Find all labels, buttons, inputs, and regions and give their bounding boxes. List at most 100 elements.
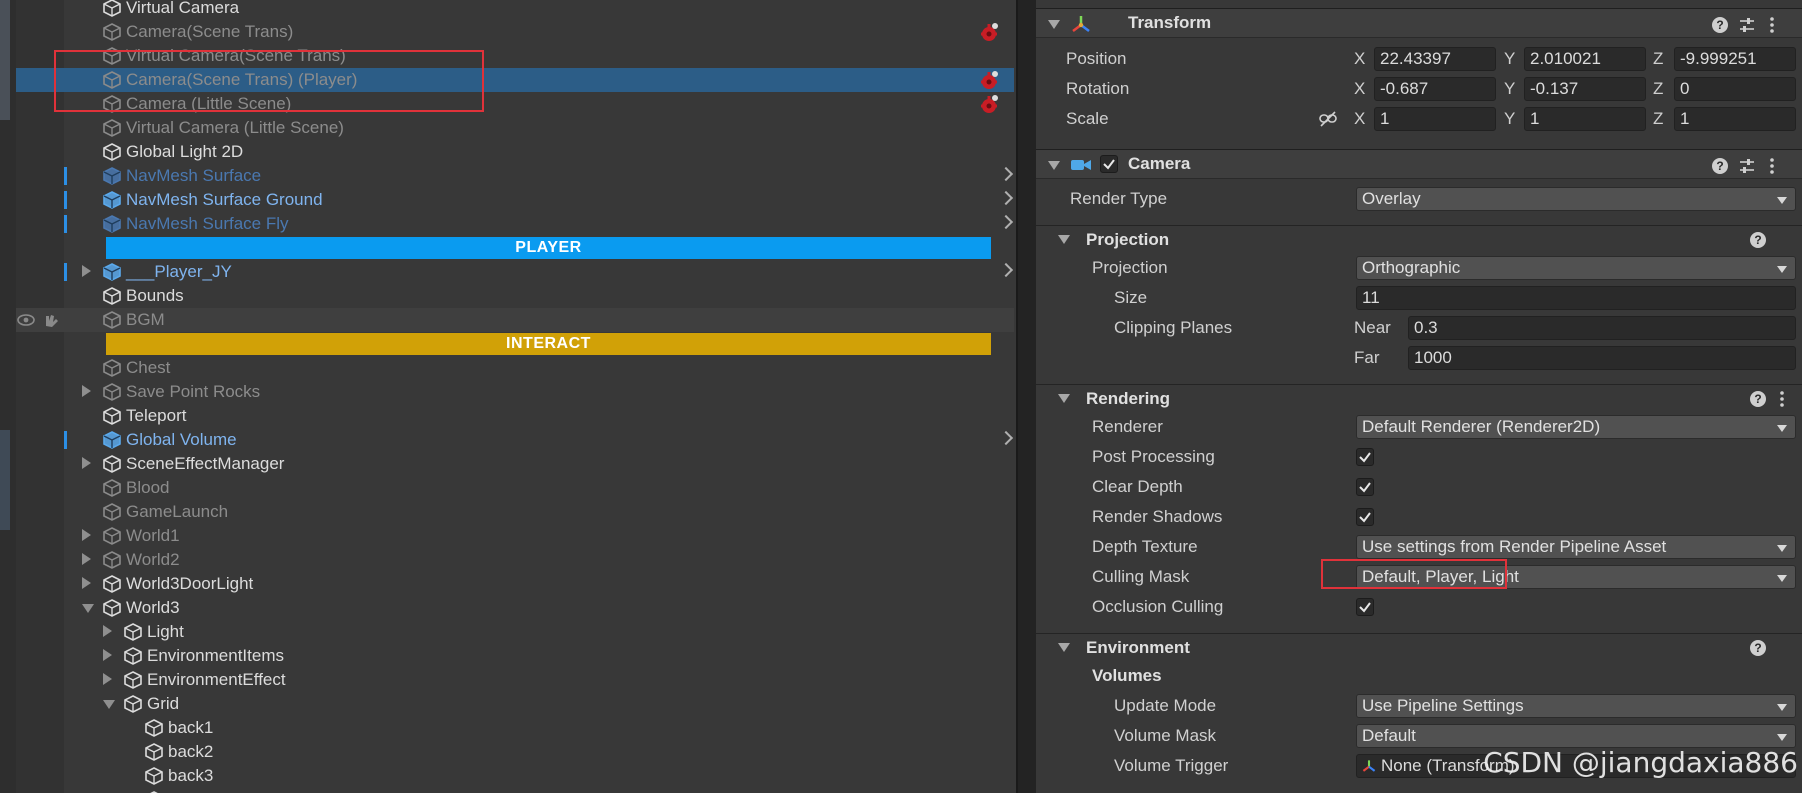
occlusion-culling-checkbox[interactable] <box>1356 598 1374 616</box>
hierarchy-row[interactable]: Blood <box>16 476 1016 500</box>
hierarchy-row[interactable]: World2 <box>16 548 1016 572</box>
fold-arrow-icon[interactable] <box>82 385 91 397</box>
scale-y-field[interactable]: 1 <box>1524 107 1646 131</box>
projection-dropdown[interactable]: Orthographic <box>1356 256 1796 280</box>
chevron-right-icon[interactable] <box>998 214 1014 230</box>
camera-component-header[interactable]: Camera ? <box>1036 149 1802 179</box>
hierarchy-header-interact[interactable]: INTERACT <box>106 333 991 355</box>
post-processing-checkbox[interactable] <box>1356 448 1374 466</box>
chevron-right-icon[interactable] <box>998 190 1014 206</box>
more-icon[interactable] <box>1768 157 1776 175</box>
hierarchy-row[interactable]: Global Volume <box>16 428 1016 452</box>
scale-x-axis[interactable]: X <box>1354 107 1365 131</box>
help-icon[interactable]: ? <box>1712 17 1728 33</box>
hierarchy-row[interactable]: World1 <box>16 524 1016 548</box>
chevron-right-icon[interactable] <box>998 262 1014 278</box>
clear-depth-checkbox[interactable] <box>1356 478 1374 496</box>
rotation-x-axis[interactable]: X <box>1354 77 1365 101</box>
hierarchy-row[interactable]: Virtual Camera(Scene Trans) <box>16 44 1016 68</box>
fold-arrow-icon[interactable] <box>103 700 115 709</box>
hierarchy-row[interactable]: Global Light 2D <box>16 140 1016 164</box>
chevron-right-icon[interactable] <box>998 166 1014 182</box>
position-x-axis[interactable]: X <box>1354 47 1365 71</box>
fold-arrow-icon[interactable] <box>103 625 112 637</box>
depth-texture-dropdown[interactable]: Use settings from Render Pipeline Asset <box>1356 535 1796 559</box>
position-z-axis[interactable]: Z <box>1653 47 1663 71</box>
scale-z-field[interactable]: 1 <box>1674 107 1796 131</box>
hierarchy-row[interactable]: Camera(Scene Trans) <box>16 20 1016 44</box>
preset-icon[interactable] <box>1738 157 1756 175</box>
size-field[interactable]: 11 <box>1356 286 1796 310</box>
render-type-dropdown[interactable]: Overlay <box>1356 187 1796 211</box>
fold-arrow-icon[interactable] <box>82 529 91 541</box>
rotation-x-field[interactable]: -0.687 <box>1374 77 1496 101</box>
more-icon[interactable] <box>1768 16 1776 34</box>
fold-arrow-icon[interactable] <box>82 457 91 469</box>
hierarchy-row[interactable]: EnvironmentEffect <box>16 668 1016 692</box>
hierarchy-row[interactable]: Grid <box>16 692 1016 716</box>
preset-icon[interactable] <box>1738 16 1756 34</box>
help-icon[interactable]: ? <box>1750 640 1766 656</box>
hierarchy-row[interactable]: Camera (Little Scene) <box>16 92 1016 116</box>
position-x-field[interactable]: 22.43397 <box>1374 47 1496 71</box>
hierarchy-row[interactable] <box>16 788 1016 793</box>
rotation-z-field[interactable]: 0 <box>1674 77 1796 101</box>
rotation-z-axis[interactable]: Z <box>1653 77 1663 101</box>
fold-arrow-icon[interactable] <box>103 649 112 661</box>
hierarchy-row[interactable]: SceneEffectManager <box>16 452 1016 476</box>
hierarchy-row[interactable]: GameLaunch <box>16 500 1016 524</box>
rendering-section-header[interactable]: Rendering ? <box>1036 384 1802 412</box>
scale-x-field[interactable]: 1 <box>1374 107 1496 131</box>
position-y-field[interactable]: 2.010021 <box>1524 47 1646 71</box>
hierarchy-row[interactable]: Bounds <box>16 284 1016 308</box>
fold-arrow-icon[interactable] <box>82 265 91 277</box>
hierarchy-row[interactable]: Light <box>16 620 1016 644</box>
scale-y-axis[interactable]: Y <box>1504 107 1515 131</box>
projection-section-header[interactable]: Projection ? <box>1036 225 1802 253</box>
render-shadows-checkbox[interactable] <box>1356 508 1374 526</box>
hierarchy-row[interactable]: ___Player_JY <box>16 260 1016 284</box>
far-field[interactable]: 1000 <box>1408 346 1796 370</box>
link-icon[interactable] <box>1318 110 1338 128</box>
fold-arrow-icon[interactable] <box>82 604 94 613</box>
fold-arrow-icon[interactable] <box>82 577 91 589</box>
hierarchy-row[interactable]: back1 <box>16 716 1016 740</box>
hierarchy-row[interactable]: back2 <box>16 740 1016 764</box>
environment-section-header[interactable]: Environment ? <box>1036 633 1802 661</box>
culling-mask-dropdown[interactable]: Default, Player, Light <box>1356 565 1796 589</box>
hierarchy-row[interactable]: NavMesh Surface <box>16 164 1016 188</box>
hierarchy-row[interactable]: NavMesh Surface Ground <box>16 188 1016 212</box>
fold-triangle-icon[interactable] <box>1058 235 1070 244</box>
near-field[interactable]: 0.3 <box>1408 316 1796 340</box>
eye-icon[interactable] <box>16 310 64 330</box>
fold-arrow-icon[interactable] <box>103 673 112 685</box>
renderer-dropdown[interactable]: Default Renderer (Renderer2D) <box>1356 415 1796 439</box>
fold-triangle-icon[interactable] <box>1058 643 1070 652</box>
chevron-right-icon[interactable] <box>998 430 1014 446</box>
transform-component-header[interactable]: Transform ? <box>1036 8 1802 38</box>
hierarchy-row[interactable]: EnvironmentItems <box>16 644 1016 668</box>
hierarchy-row[interactable]: World3DoorLight <box>16 572 1016 596</box>
hierarchy-row[interactable]: Camera(Scene Trans) (Player) <box>16 68 1014 92</box>
hierarchy-row[interactable]: Virtual Camera <box>16 0 1016 20</box>
hierarchy-row[interactable]: Teleport <box>16 404 1016 428</box>
fold-triangle-icon[interactable] <box>1048 20 1060 29</box>
help-icon[interactable]: ? <box>1750 232 1766 248</box>
rotation-y-field[interactable]: -0.137 <box>1524 77 1646 101</box>
hierarchy-header-player[interactable]: PLAYER <box>106 237 991 259</box>
hierarchy-row[interactable]: World3 <box>16 596 1016 620</box>
fold-arrow-icon[interactable] <box>82 553 91 565</box>
volume-mask-dropdown[interactable]: Default <box>1356 724 1796 748</box>
position-y-axis[interactable]: Y <box>1504 47 1515 71</box>
hierarchy-row[interactable]: NavMesh Surface Fly <box>16 212 1016 236</box>
rotation-y-axis[interactable]: Y <box>1504 77 1515 101</box>
fold-triangle-icon[interactable] <box>1058 394 1070 403</box>
help-icon[interactable]: ? <box>1750 391 1766 407</box>
hierarchy-row[interactable]: Virtual Camera (Little Scene) <box>16 116 1016 140</box>
position-z-field[interactable]: -9.999251 <box>1674 47 1796 71</box>
hierarchy-row[interactable]: back3 <box>16 764 1016 788</box>
hierarchy-row[interactable]: Chest <box>16 356 1016 380</box>
scale-z-axis[interactable]: Z <box>1653 107 1663 131</box>
hierarchy-row[interactable]: BGM <box>16 308 1014 332</box>
panel-splitter[interactable] <box>1016 0 1036 793</box>
